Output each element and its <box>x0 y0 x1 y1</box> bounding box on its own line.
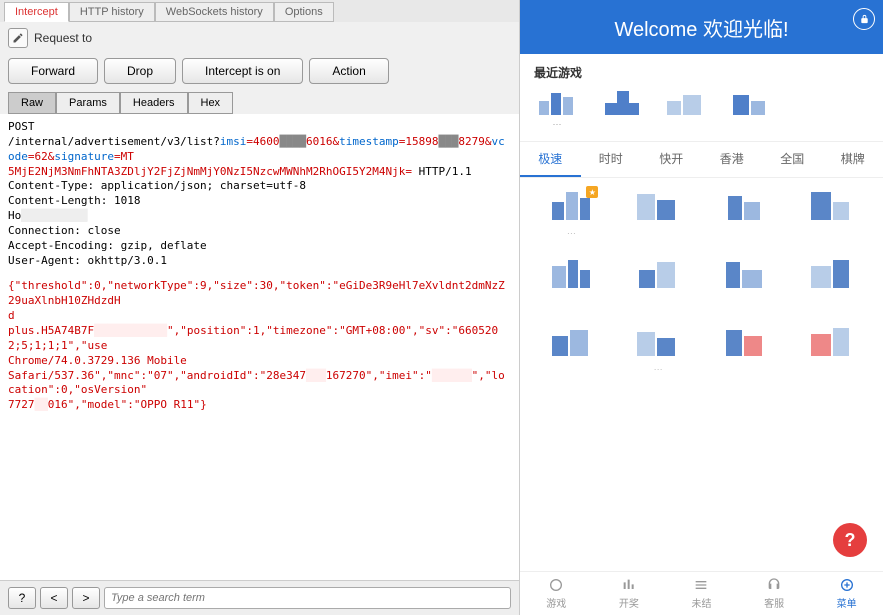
raw-line: Safari/537.36","mnc":"07","androidId":"2… <box>8 369 511 399</box>
drop-button[interactable]: Drop <box>104 58 176 84</box>
game-item[interactable] <box>797 324 867 374</box>
game-item[interactable]: ★··· <box>536 188 606 238</box>
gamepad-icon <box>547 577 565 593</box>
nav-menu[interactable]: 菜单 <box>810 572 883 615</box>
recent-item[interactable]: ··· <box>534 89 580 131</box>
recent-item[interactable] <box>598 89 644 131</box>
nav-support[interactable]: 客服 <box>738 572 811 615</box>
category-tabs: 极速 时时 快开 香港 全国 棋牌 <box>520 141 883 178</box>
subtab-headers[interactable]: Headers <box>120 92 188 114</box>
prev-match-button[interactable]: < <box>40 587 68 609</box>
raw-line: POST <box>8 120 511 135</box>
games-grid: ★··· ··· <box>520 178 883 571</box>
page-title: Welcome 欢迎光临! <box>614 13 788 42</box>
search-input[interactable] <box>104 587 511 609</box>
game-item[interactable] <box>710 256 780 306</box>
nav-pending[interactable]: 未结 <box>665 572 738 615</box>
tab-options[interactable]: Options <box>274 2 334 22</box>
game-item[interactable] <box>797 188 867 238</box>
list-icon <box>692 577 710 593</box>
game-item[interactable]: ··· <box>623 324 693 374</box>
next-match-button[interactable]: > <box>72 587 100 609</box>
mobile-app-panel: Welcome 欢迎光临! 最近游戏 ··· 极速 时时 快开 香港 全国 棋牌… <box>520 0 883 615</box>
nav-games[interactable]: 游戏 <box>520 572 593 615</box>
top-tabs: Intercept HTTP history WebSockets histor… <box>0 0 519 22</box>
edit-icon[interactable] <box>8 28 28 48</box>
lock-icon[interactable] <box>853 8 875 30</box>
raw-line: Connection: close <box>8 224 511 239</box>
game-item[interactable] <box>623 188 693 238</box>
cat-tab[interactable]: 极速 <box>520 142 581 177</box>
raw-line: Ho██████████ <box>8 209 511 224</box>
help-button[interactable]: ? <box>8 587 36 609</box>
forward-button[interactable]: Forward <box>8 58 98 84</box>
raw-line: Accept-Encoding: gzip, deflate <box>8 239 511 254</box>
cat-tab[interactable]: 时时 <box>581 142 642 177</box>
raw-line: d <box>8 309 511 324</box>
raw-line: Content-Length: 1018 <box>8 194 511 209</box>
raw-line: 7727██016","model":"OPPO R11"} <box>8 398 511 413</box>
cat-tab[interactable]: 快开 <box>641 142 702 177</box>
game-item[interactable] <box>623 256 693 306</box>
subtab-raw[interactable]: Raw <box>8 92 56 114</box>
cat-tab[interactable]: 香港 <box>702 142 763 177</box>
raw-line: Chrome/74.0.3729.136 Mobile <box>8 354 511 369</box>
tab-http-history[interactable]: HTTP history <box>69 2 155 22</box>
headset-icon <box>765 577 783 593</box>
recent-item[interactable] <box>726 89 772 131</box>
chart-icon <box>620 577 638 593</box>
tab-intercept[interactable]: Intercept <box>4 2 69 22</box>
request-to-label: Request to <box>34 31 92 45</box>
recent-games-row: ··· <box>520 89 883 141</box>
game-item[interactable] <box>536 256 606 306</box>
game-item[interactable] <box>536 324 606 374</box>
menu-icon <box>838 577 856 593</box>
game-item[interactable] <box>797 256 867 306</box>
raw-line: /internal/advertisement/v3/list?imsi=460… <box>8 135 511 165</box>
app-header: Welcome 欢迎光临! <box>520 0 883 54</box>
nav-results[interactable]: 开奖 <box>593 572 666 615</box>
subtab-params[interactable]: Params <box>56 92 120 114</box>
sub-tabs: Raw Params Headers Hex <box>0 92 519 114</box>
subtab-hex[interactable]: Hex <box>188 92 234 114</box>
bottom-nav: 游戏 开奖 未结 客服 菜单 <box>520 571 883 615</box>
recent-item[interactable] <box>662 89 708 131</box>
tab-ws-history[interactable]: WebSockets history <box>155 2 274 22</box>
raw-request-view[interactable]: POST /internal/advertisement/v3/list?ims… <box>0 114 519 580</box>
raw-line: User-Agent: okhttp/3.0.1 <box>8 254 511 269</box>
search-nav: ? < > <box>0 580 519 615</box>
intercept-toggle-button[interactable]: Intercept is on <box>182 58 303 84</box>
action-button[interactable]: Action <box>309 58 388 84</box>
action-buttons: Forward Drop Intercept is on Action <box>0 54 519 92</box>
request-bar: Request to <box>0 22 519 54</box>
raw-line: 5MjE2NjM3NmFhNTA3ZDljY2FjZjNmMjY0NzI5Nzc… <box>8 165 511 180</box>
burp-panel: Intercept HTTP history WebSockets histor… <box>0 0 520 615</box>
help-fab[interactable]: ? <box>833 523 867 557</box>
cat-tab[interactable]: 全国 <box>762 142 823 177</box>
game-item[interactable] <box>710 188 780 238</box>
cat-tab[interactable]: 棋牌 <box>823 142 883 177</box>
raw-line: plus.H5A74B7F███████████","position":1,"… <box>8 324 511 354</box>
raw-line: Content-Type: application/json; charset=… <box>8 179 511 194</box>
raw-line: {"threshold":0,"networkType":9,"size":30… <box>8 279 511 309</box>
raw-line <box>8 268 511 279</box>
game-item[interactable] <box>710 324 780 374</box>
recent-games-label: 最近游戏 <box>520 54 883 89</box>
